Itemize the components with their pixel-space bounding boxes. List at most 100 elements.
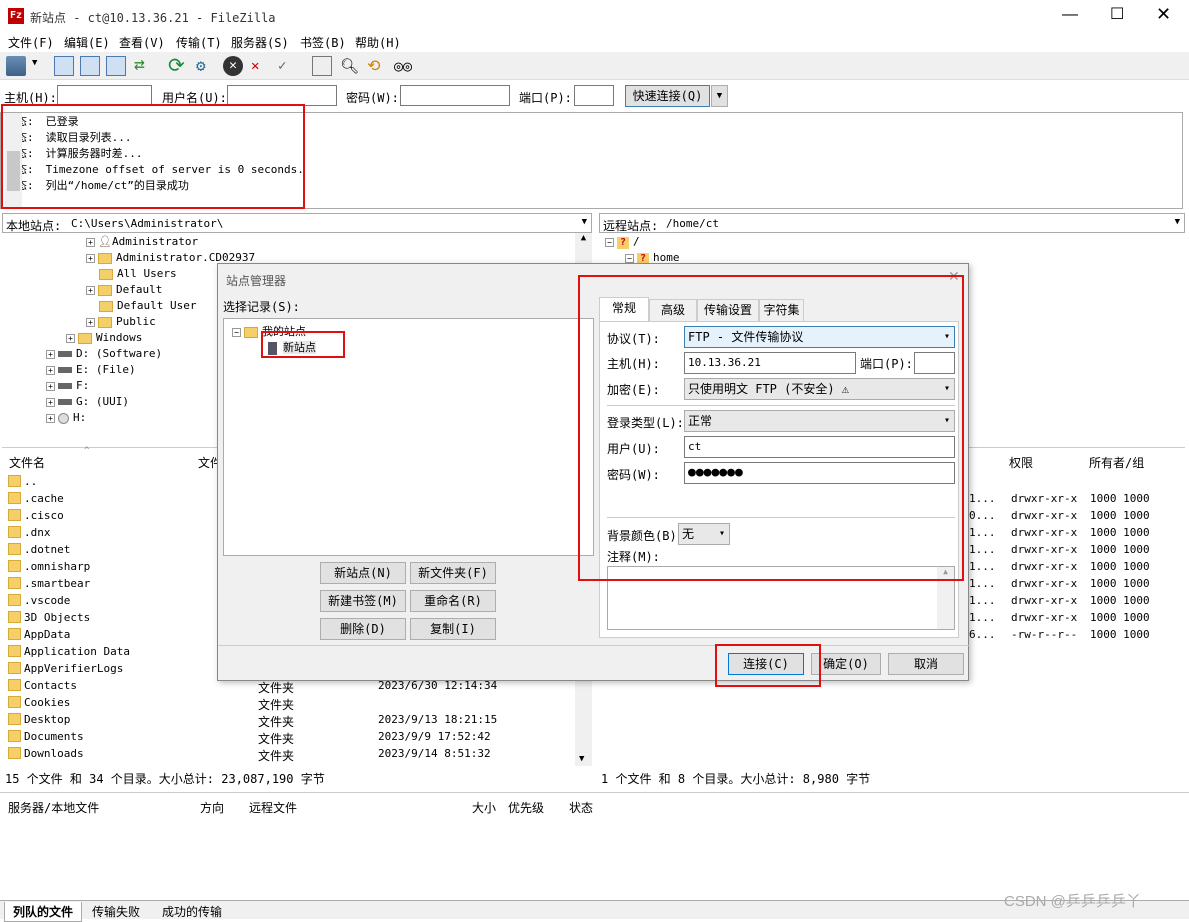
file-permissions: drwxr-xr-x bbox=[1011, 560, 1078, 573]
quickconnect-user-input[interactable] bbox=[227, 85, 337, 106]
tab-successful[interactable]: 成功的传输 bbox=[162, 903, 222, 920]
reconnect-icon[interactable]: ✓ bbox=[278, 56, 298, 76]
file-permissions: drwxr-xr-x bbox=[1011, 526, 1078, 539]
toggle-log-icon[interactable] bbox=[54, 56, 74, 76]
binoculars-icon[interactable]: ◎◎ bbox=[394, 56, 414, 76]
remote-file-row[interactable]: 1... drwxr-xr-x 1000 1000 bbox=[969, 609, 1169, 626]
file-owner: 1000 1000 bbox=[1090, 526, 1150, 539]
quickconnect-button[interactable]: 快速连接(Q) bbox=[625, 85, 710, 107]
tree-item[interactable]: + H: bbox=[46, 411, 86, 424]
local-path-input[interactable]: C:\Users\Administrator\ bbox=[71, 217, 223, 230]
delete-button[interactable]: 删除(D) bbox=[320, 618, 406, 640]
file-name: .cisco bbox=[24, 509, 64, 522]
col-owner[interactable]: 所有者/组 bbox=[1089, 454, 1144, 471]
copy-button[interactable]: 复制(I) bbox=[410, 618, 496, 640]
queue-col-server[interactable]: 服务器/本地文件 bbox=[8, 799, 99, 816]
tree-item[interactable]: + G: (UUI) bbox=[46, 395, 129, 408]
cancel-operation-icon[interactable]: ✕ bbox=[223, 56, 243, 76]
folder-icon bbox=[8, 475, 21, 487]
maximize-button[interactable]: ☐ bbox=[1110, 4, 1124, 24]
queue-col-status[interactable]: 状态 bbox=[569, 799, 593, 816]
remote-file-row[interactable]: 0... drwxr-xr-x 1000 1000 bbox=[969, 507, 1169, 524]
menu-file[interactable]: 文件(F) bbox=[8, 34, 54, 51]
transfer-queue-icon[interactable]: ⇄ bbox=[134, 56, 154, 76]
file-owner: 1000 1000 bbox=[1090, 560, 1150, 573]
tree-item[interactable]: + Windows bbox=[66, 331, 142, 344]
filter-icon[interactable]: ⚙ bbox=[196, 56, 216, 76]
toggle-local-tree-icon[interactable] bbox=[80, 56, 100, 76]
file-owner: 1000 1000 bbox=[1090, 611, 1150, 624]
remote-file-row[interactable]: 6... -rw-r--r-- 1000 1000 bbox=[969, 626, 1169, 643]
toolbar: ▼ ⇄ ⟳ ⚙ ✕ ✕ ✓ 🔍︎ ⟲ ◎◎ bbox=[0, 52, 1189, 80]
sync-browse-icon[interactable]: ⟲ bbox=[367, 56, 387, 76]
tree-item[interactable]: All Users bbox=[99, 267, 177, 280]
tree-item[interactable]: + 👤︎Administrator bbox=[86, 235, 198, 248]
file-name: Documents bbox=[24, 730, 84, 743]
site-manager-icon[interactable] bbox=[6, 56, 26, 76]
menu-server[interactable]: 服务器(S) bbox=[231, 34, 289, 51]
rename-button[interactable]: 重命名(R) bbox=[410, 590, 496, 612]
tab-queued[interactable]: 列队的文件 bbox=[4, 902, 83, 922]
tree-item[interactable]: −? / bbox=[605, 235, 640, 249]
folder-icon bbox=[8, 492, 21, 504]
file-owner: 1000 1000 bbox=[1090, 628, 1150, 641]
remote-file-row[interactable]: 1... drwxr-xr-x 1000 1000 bbox=[969, 541, 1169, 558]
local-file-row[interactable]: Desktop 文件夹 2023/9/13 18:21:15 bbox=[8, 711, 573, 729]
menu-edit[interactable]: 编辑(E) bbox=[64, 34, 110, 51]
quickconnect-password-input[interactable] bbox=[400, 85, 510, 106]
disconnect-icon[interactable]: ✕ bbox=[251, 56, 271, 76]
menu-transfer[interactable]: 传输(T) bbox=[176, 34, 222, 51]
new-folder-button[interactable]: 新文件夹(F) bbox=[410, 562, 496, 584]
toggle-remote-tree-icon[interactable] bbox=[106, 56, 126, 76]
queue-col-size[interactable]: 大小 bbox=[472, 799, 496, 816]
file-name: Application Data bbox=[24, 645, 130, 658]
remote-file-row[interactable]: 1... drwxr-xr-x 1000 1000 bbox=[969, 490, 1169, 507]
col-permissions[interactable]: 权限 bbox=[1009, 454, 1033, 471]
tab-failed[interactable]: 传输失败 bbox=[92, 903, 140, 920]
file-name: .smartbear bbox=[24, 577, 91, 590]
menu-view[interactable]: 查看(V) bbox=[119, 34, 165, 51]
select-entry-label: 选择记录(S): bbox=[223, 300, 300, 314]
directory-listing-icon[interactable] bbox=[312, 56, 332, 76]
refresh-icon[interactable]: ⟳ bbox=[168, 55, 188, 76]
file-owner: 1000 1000 bbox=[1090, 543, 1150, 556]
tree-item[interactable]: + D: (Software) bbox=[46, 347, 162, 360]
tree-item[interactable]: + Public bbox=[86, 315, 156, 328]
queue-col-remote[interactable]: 远程文件 bbox=[249, 799, 297, 816]
ok-button[interactable]: 确定(O) bbox=[811, 653, 881, 675]
menu-bookmarks[interactable]: 书签(B) bbox=[300, 34, 346, 51]
close-button[interactable]: ✕ bbox=[1156, 4, 1171, 25]
remote-file-row[interactable]: 1... drwxr-xr-x 1000 1000 bbox=[969, 524, 1169, 541]
queue-col-direction[interactable]: 方向 bbox=[200, 799, 224, 816]
tree-item[interactable]: + E: (File) bbox=[46, 363, 136, 376]
local-file-row[interactable]: Downloads 文件夹 2023/9/14 8:51:32 bbox=[8, 745, 573, 763]
remote-file-row[interactable]: 1... drwxr-xr-x 1000 1000 bbox=[969, 592, 1169, 609]
remote-path-input[interactable]: /home/ct bbox=[666, 217, 719, 230]
file-owner: 1000 1000 bbox=[1090, 594, 1150, 607]
remote-file-row[interactable]: 1... drwxr-xr-x 1000 1000 bbox=[969, 575, 1169, 592]
tree-item[interactable]: + F: bbox=[46, 379, 89, 392]
chevron-down-icon[interactable]: ▼ bbox=[1175, 217, 1180, 227]
quickconnect-host-input[interactable] bbox=[57, 85, 152, 106]
search-icon[interactable]: 🔍︎ bbox=[340, 56, 360, 76]
transfer-queue: 服务器/本地文件 方向 远程文件 大小 优先级 状态 bbox=[0, 792, 1189, 900]
new-bookmark-button[interactable]: 新建书签(M) bbox=[320, 590, 406, 612]
file-owner: 1000 1000 bbox=[1090, 509, 1150, 522]
minimize-button[interactable]: — bbox=[1062, 6, 1078, 24]
tree-item[interactable]: + Default bbox=[86, 283, 162, 296]
remote-file-row[interactable]: 1... drwxr-xr-x 1000 1000 bbox=[969, 558, 1169, 575]
folder-icon bbox=[8, 628, 21, 640]
folder-icon bbox=[8, 577, 21, 589]
new-site-button[interactable]: 新站点(N) bbox=[320, 562, 406, 584]
local-file-row[interactable]: Documents 文件夹 2023/9/9 17:52:42 bbox=[8, 728, 573, 746]
cancel-button[interactable]: 取消 bbox=[888, 653, 964, 675]
queue-col-priority[interactable]: 优先级 bbox=[508, 799, 544, 816]
menu-help[interactable]: 帮助(H) bbox=[355, 34, 401, 51]
tree-item[interactable]: Default User bbox=[99, 299, 196, 312]
local-file-row[interactable]: Cookies 文件夹 bbox=[8, 694, 573, 712]
chevron-down-icon[interactable]: ▼ bbox=[32, 58, 37, 68]
col-filename[interactable]: 文件名 bbox=[9, 454, 45, 471]
quickconnect-port-input[interactable] bbox=[574, 85, 614, 106]
quickconnect-dropdown[interactable]: ▼ bbox=[711, 85, 728, 107]
chevron-down-icon[interactable]: ▼ bbox=[582, 217, 587, 227]
